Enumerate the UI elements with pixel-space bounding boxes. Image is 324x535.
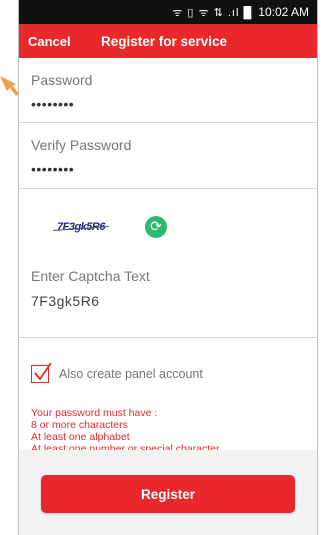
app-header: Cancel Register for service — [19, 24, 317, 58]
page-title: Register for service — [101, 33, 228, 49]
cancel-button[interactable]: Cancel — [28, 34, 71, 49]
status-icons: ᯤ ▯ ᯤ ⇅ .ıl █ — [172, 6, 253, 19]
captcha-row: 7F3gk5R6 ⟳ — [19, 189, 317, 264]
captcha-image: 7F3gk5R6 — [57, 220, 105, 233]
password-rule-item: 8 or more characters — [31, 419, 128, 431]
password-field[interactable]: Password •••••••• — [19, 58, 317, 123]
checkmark-icon — [34, 362, 52, 381]
panel-account-label: Also create panel account — [59, 367, 203, 381]
verify-password-input[interactable]: •••••••• — [31, 161, 317, 177]
password-rules-heading: Your password must have : — [31, 407, 158, 419]
phone-screen: ᯤ ▯ ᯤ ⇅ .ıl █ 10:02 AM Cancel Register f… — [18, 0, 318, 535]
password-rules: Your password must have : 8 or more char… — [31, 407, 317, 455]
verify-password-field[interactable]: Verify Password •••••••• — [19, 123, 317, 189]
captcha-input[interactable]: 7F3gk5R6 — [31, 293, 317, 309]
panel-account-option[interactable]: Also create panel account — [19, 362, 317, 386]
status-bar: ᯤ ▯ ᯤ ⇅ .ıl █ 10:02 AM — [19, 0, 317, 24]
status-time: 10:02 AM — [258, 5, 309, 19]
password-rule-item: At least one alphabet — [31, 431, 130, 443]
panel-account-checkbox[interactable] — [31, 362, 52, 383]
refresh-captcha-icon[interactable]: ⟳ — [144, 215, 167, 238]
password-input[interactable]: •••••••• — [31, 96, 317, 112]
password-label: Password — [31, 72, 93, 88]
captcha-field-label: Enter Captcha Text — [31, 268, 150, 284]
register-button[interactable]: Register — [41, 475, 295, 513]
captcha-text-field[interactable]: Enter Captcha Text 7F3gk5R6 — [19, 264, 317, 338]
verify-password-label: Verify Password — [31, 137, 132, 153]
